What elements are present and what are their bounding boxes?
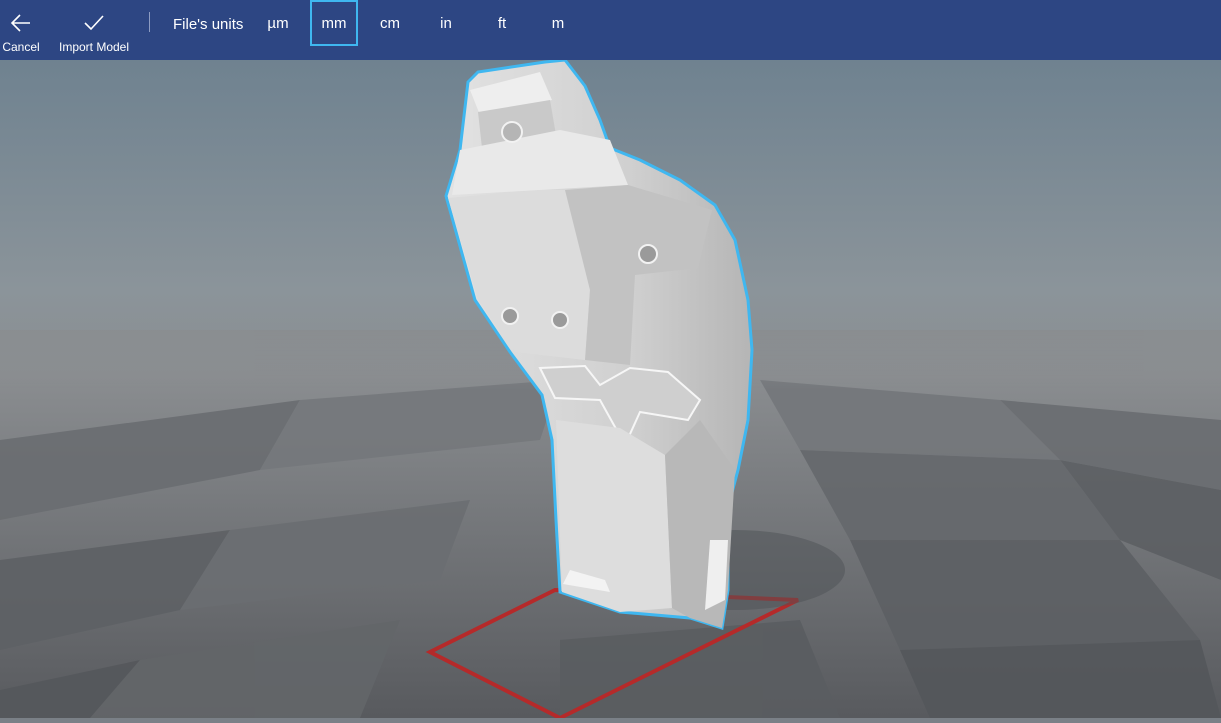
model-hole bbox=[638, 244, 658, 264]
model-hole bbox=[551, 311, 569, 329]
unit-ft-button[interactable]: ft bbox=[482, 0, 522, 46]
cancel-label: Cancel bbox=[2, 40, 40, 54]
3d-viewport[interactable] bbox=[0, 58, 1221, 721]
cancel-button[interactable]: Cancel bbox=[0, 0, 42, 60]
unit-cm-button[interactable]: cm bbox=[370, 0, 410, 46]
files-units-label: File's units bbox=[173, 16, 244, 33]
unit-m-button[interactable]: m bbox=[538, 0, 578, 46]
checkmark-icon bbox=[83, 10, 105, 36]
model-hole bbox=[501, 121, 523, 143]
model-hole bbox=[501, 307, 519, 325]
import-model-button[interactable]: Import Model bbox=[55, 0, 133, 60]
unit-mm-button[interactable]: mm bbox=[310, 0, 358, 46]
import-toolbar: Cancel Import Model File's units µm mm c… bbox=[0, 0, 1221, 60]
unit-in-button[interactable]: in bbox=[426, 0, 466, 46]
toolbar-divider bbox=[149, 12, 150, 32]
import-model-label: Import Model bbox=[58, 40, 130, 54]
back-arrow-icon bbox=[10, 10, 32, 36]
scene-canvas bbox=[0, 58, 1221, 721]
unit-um-button[interactable]: µm bbox=[258, 0, 298, 46]
